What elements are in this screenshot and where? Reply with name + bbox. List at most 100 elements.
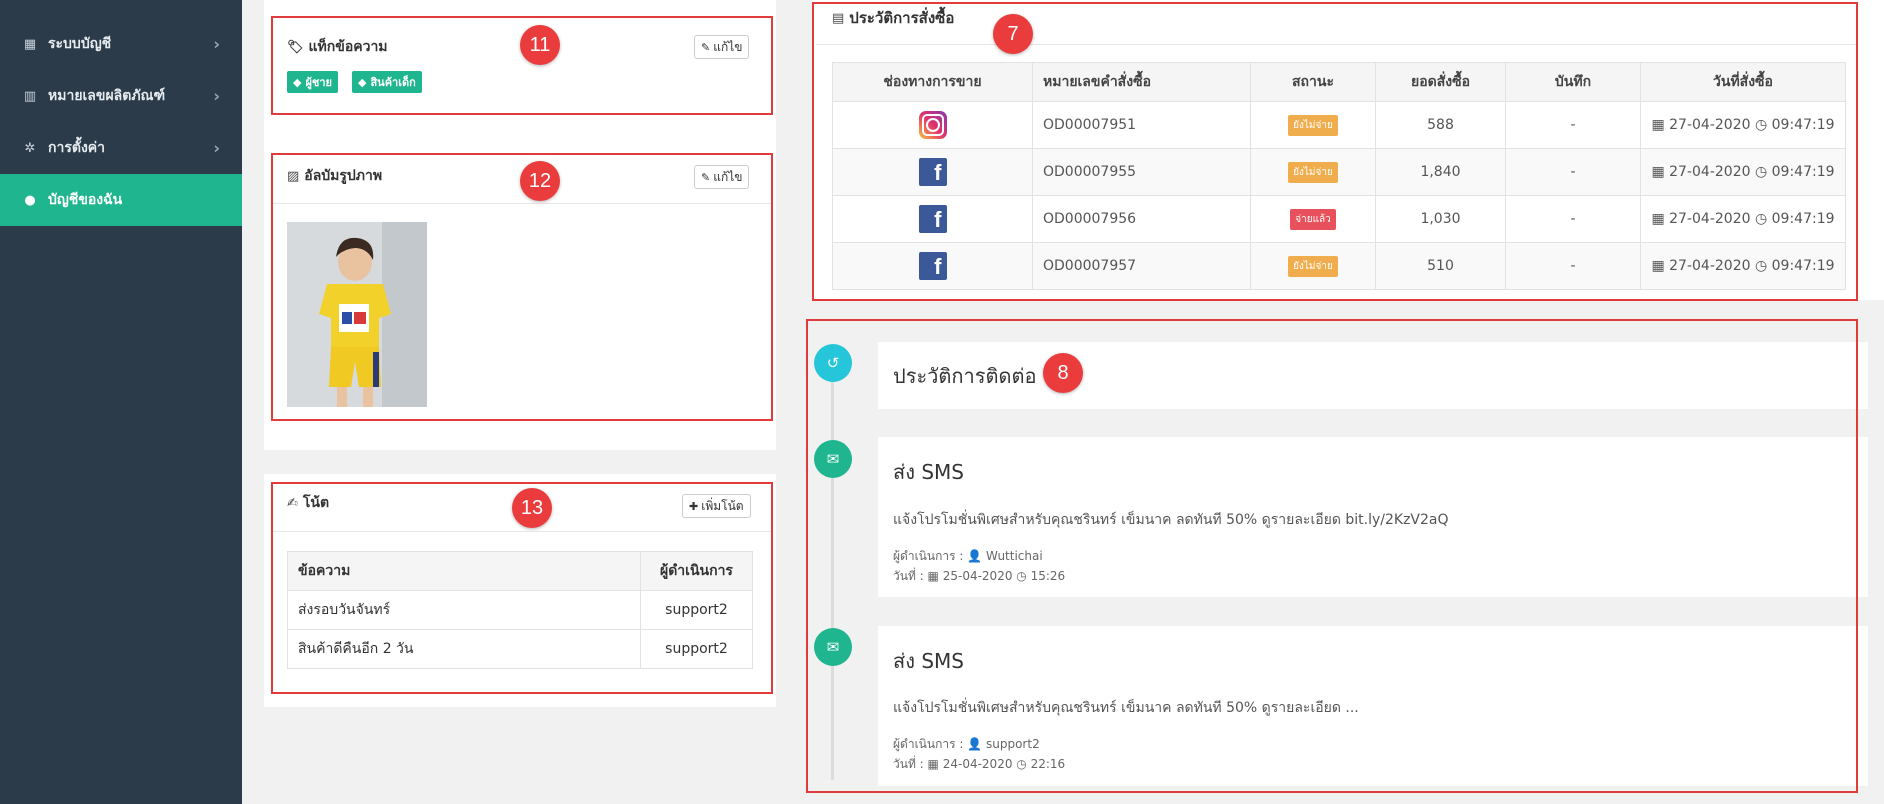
sidebar-item-accounting[interactable]: ▦ ระบบบัญชี › [0,18,242,70]
orders-card-title: ▤ ประวัติการสั่งซื้อ [832,9,955,27]
table-row[interactable]: f OD00007956 จ่ายแล้ว 1,030 - ▦ 27-04-20… [832,195,1846,243]
calendar-icon: ▦ [1651,258,1665,274]
channel-cell: f [832,195,1033,243]
order-amount: 1,030 [1375,195,1506,243]
order-number[interactable]: OD00007955 [1032,148,1251,196]
timeline-entry-date: วันที่ : ▦ 25-04-2020 ◷ 15:26 [893,569,1066,583]
annotation-marker: 12 [520,161,560,201]
user-circle-icon: ● [24,192,36,208]
note-message: ส่งรอบวันจันทร์ [287,590,641,630]
status-cell: ยังไม่จ่าย [1250,148,1376,196]
clock-icon: ◷ [1754,258,1768,274]
pencil-icon: ✎ [701,40,711,54]
timeline-entry-title: ส่ง SMS [893,649,964,673]
sidebar-item-settings[interactable]: ✲ การตั้งค่า › [0,122,242,174]
channel-cell: f [832,148,1033,196]
status-badge: ยังไม่จ่าย [1288,114,1338,136]
edit-album-button[interactable]: ✎ แก้ไข [694,165,750,189]
annotation-marker: 13 [512,488,552,528]
column-header: บันทึก [1505,62,1641,102]
order-note: - [1505,242,1641,290]
chevron-right-icon: › [213,138,220,158]
column-header: ข้อความ [287,551,641,591]
user-icon: 👤 [967,737,983,751]
table-row[interactable]: สินค้าดีคืนอีก 2 วัน support2 [287,629,753,669]
status-badge: ยังไม่จ่าย [1288,255,1338,277]
divider [273,203,771,204]
divider [273,531,771,532]
sidebar-item-product-numbers[interactable]: ▥ หมายเลขผลิตภัณฑ์ › [0,70,242,122]
calendar-icon: ▦ [927,757,939,771]
channel-cell: f [832,242,1033,290]
table-row[interactable]: OD00007951 ยังไม่จ่าย 588 - ▦ 27-04-2020… [832,101,1846,149]
tag-chip[interactable]: ◆ สินค้าเด็ก [352,71,422,93]
timeline-entry-title: ส่ง SMS [893,460,964,484]
edit-tags-button[interactable]: ✎ แก้ไข [694,35,750,59]
sidebar-item-label: บัญชีของฉัน [48,192,123,208]
timeline-entry-author: ผู้ดำเนินการ : 👤 Wuttichai [893,549,1043,563]
order-datetime: ▦ 27-04-2020 ◷ 09:47:19 [1640,101,1846,149]
divider [816,44,1856,45]
timeline-entry-author: ผู้ดำเนินการ : 👤 support2 [893,737,1040,751]
facebook-icon: f [918,158,947,186]
status-badge: ยังไม่จ่าย [1288,161,1338,183]
instagram-icon [918,111,947,139]
status-cell: ยังไม่จ่าย [1250,242,1376,290]
child-photo-image [287,222,427,407]
column-header: หมายเลขคำสั่งซื้อ [1032,62,1251,102]
note-message: สินค้าดีคืนอีก 2 วัน [287,629,641,669]
column-header: ยอดสั่งซื้อ [1375,62,1506,102]
history-icon: ↺ [814,344,852,382]
album-photo[interactable] [287,222,427,407]
order-number[interactable]: OD00007957 [1032,242,1251,290]
chevron-right-icon: › [213,86,220,106]
barcode-icon: ▥ [23,88,37,104]
calendar-icon: ▦ [1651,117,1665,133]
annotation-marker: 11 [520,25,560,65]
table-header-row: ข้อความ ผู้ดำเนินการ [287,551,753,591]
gear-icon: ✲ [24,140,36,156]
plus-icon: ✚ [689,499,699,513]
calendar-icon: ▦ [1651,164,1665,180]
column-header: ผู้ดำเนินการ [640,551,753,591]
column-header: วันที่สั่งซื้อ [1640,62,1846,102]
clock-icon: ◷ [1016,569,1027,583]
clock-icon: ◷ [1016,757,1027,771]
table-row[interactable]: f OD00007957 ยังไม่จ่าย 510 - ▦ 27-04-20… [832,242,1846,290]
chat-bubble-icon: ✉ [814,440,852,478]
add-note-button[interactable]: ✚ เพิ่มโน้ต [682,494,751,518]
status-cell: จ่ายแล้ว [1250,195,1376,243]
clock-icon: ◷ [1754,117,1768,133]
order-note: - [1505,101,1641,149]
column-header: สถานะ [1250,62,1376,102]
timeline-entry-message: แจ้งโปรโมชั่นพิเศษสำหรับคุณชรินทร์ เข็มน… [893,512,1449,528]
pencil-icon: ✎ [701,170,711,184]
order-number[interactable]: OD00007951 [1032,101,1251,149]
clock-icon: ◷ [1754,164,1768,180]
sidebar-item-my-account[interactable]: ● บัญชีของฉัน [0,174,242,226]
facebook-icon: f [918,252,947,280]
table-row[interactable]: ส่งรอบวันจันทร์ support2 [287,590,753,630]
facebook-icon: f [918,205,947,233]
note-author: support2 [640,590,753,630]
order-datetime: ▦ 27-04-2020 ◷ 09:47:19 [1640,195,1846,243]
tag-chip[interactable]: ◆ ผู้ชาย [287,71,339,93]
order-note: - [1505,195,1641,243]
sidebar-item-label: ระบบบัญชี [48,36,112,52]
calculator-icon: ▦ [23,36,37,52]
order-number[interactable]: OD00007956 [1032,195,1251,243]
timeline-entry-message: แจ้งโปรโมชั่นพิเศษสำหรับคุณชรินทร์ เข็มน… [893,700,1359,716]
edit-note-icon: ✍ [287,495,298,511]
channel-cell [832,101,1033,149]
calendar-icon: ▦ [1651,211,1665,227]
user-icon: 👤 [967,549,983,563]
notes-table: ข้อความ ผู้ดำเนินการ ส่งรอบวันจันทร์ sup… [287,551,753,669]
status-badge: จ่ายแล้ว [1290,208,1336,230]
image-icon: ▨ [287,168,300,184]
clock-icon: ◷ [1754,211,1768,227]
calendar-icon: ▦ [927,569,939,583]
order-amount: 1,840 [1375,148,1506,196]
sidebar: ▦ ระบบบัญชี › ▥ หมายเลขผลิตภัณฑ์ › ✲ การ… [0,0,242,804]
table-row[interactable]: f OD00007955 ยังไม่จ่าย 1,840 - ▦ 27-04-… [832,148,1846,196]
status-cell: ยังไม่จ่าย [1250,101,1376,149]
